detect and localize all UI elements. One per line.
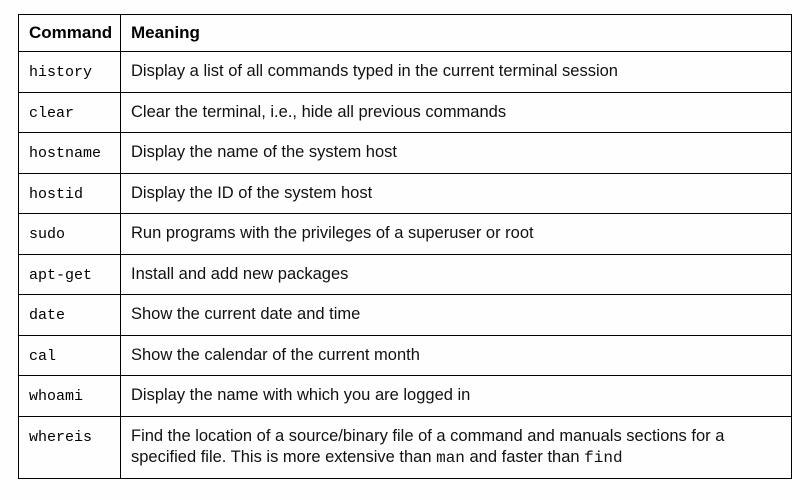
commands-table: Command Meaning historyDisplay a list of… xyxy=(18,14,792,479)
meaning-cell: Run programs with the privileges of a su… xyxy=(121,214,792,255)
table-header-row: Command Meaning xyxy=(19,15,792,52)
table-row: calShow the calendar of the current mont… xyxy=(19,335,792,376)
table-row: whereisFind the location of a source/bin… xyxy=(19,416,792,478)
table-row: apt-getInstall and add new packages xyxy=(19,254,792,295)
meaning-cell: Display the name with which you are logg… xyxy=(121,376,792,417)
table-row: hostnameDisplay the name of the system h… xyxy=(19,133,792,174)
meaning-cell: Find the location of a source/binary fil… xyxy=(121,416,792,478)
table-row: dateShow the current date and time xyxy=(19,295,792,336)
meaning-cell: Display the name of the system host xyxy=(121,133,792,174)
table-body: historyDisplay a list of all commands ty… xyxy=(19,52,792,479)
table-row: hostidDisplay the ID of the system host xyxy=(19,173,792,214)
command-cell: hostname xyxy=(19,133,121,174)
header-command: Command xyxy=(19,15,121,52)
table-row: sudoRun programs with the privileges of … xyxy=(19,214,792,255)
command-cell: cal xyxy=(19,335,121,376)
meaning-cell: Show the current date and time xyxy=(121,295,792,336)
command-cell: sudo xyxy=(19,214,121,255)
table-row: historyDisplay a list of all commands ty… xyxy=(19,52,792,93)
meaning-cell: Show the calendar of the current month xyxy=(121,335,792,376)
command-cell: hostid xyxy=(19,173,121,214)
inline-code: man xyxy=(436,449,465,467)
meaning-cell: Display the ID of the system host xyxy=(121,173,792,214)
command-cell: date xyxy=(19,295,121,336)
header-meaning: Meaning xyxy=(121,15,792,52)
meaning-cell: Display a list of all commands typed in … xyxy=(121,52,792,93)
table-row: whoamiDisplay the name with which you ar… xyxy=(19,376,792,417)
command-cell: whereis xyxy=(19,416,121,478)
meaning-cell: Clear the terminal, i.e., hide all previ… xyxy=(121,92,792,133)
command-cell: clear xyxy=(19,92,121,133)
table-row: clearClear the terminal, i.e., hide all … xyxy=(19,92,792,133)
command-cell: apt-get xyxy=(19,254,121,295)
meaning-cell: Install and add new packages xyxy=(121,254,792,295)
command-cell: history xyxy=(19,52,121,93)
inline-code: find xyxy=(584,449,622,467)
command-cell: whoami xyxy=(19,376,121,417)
